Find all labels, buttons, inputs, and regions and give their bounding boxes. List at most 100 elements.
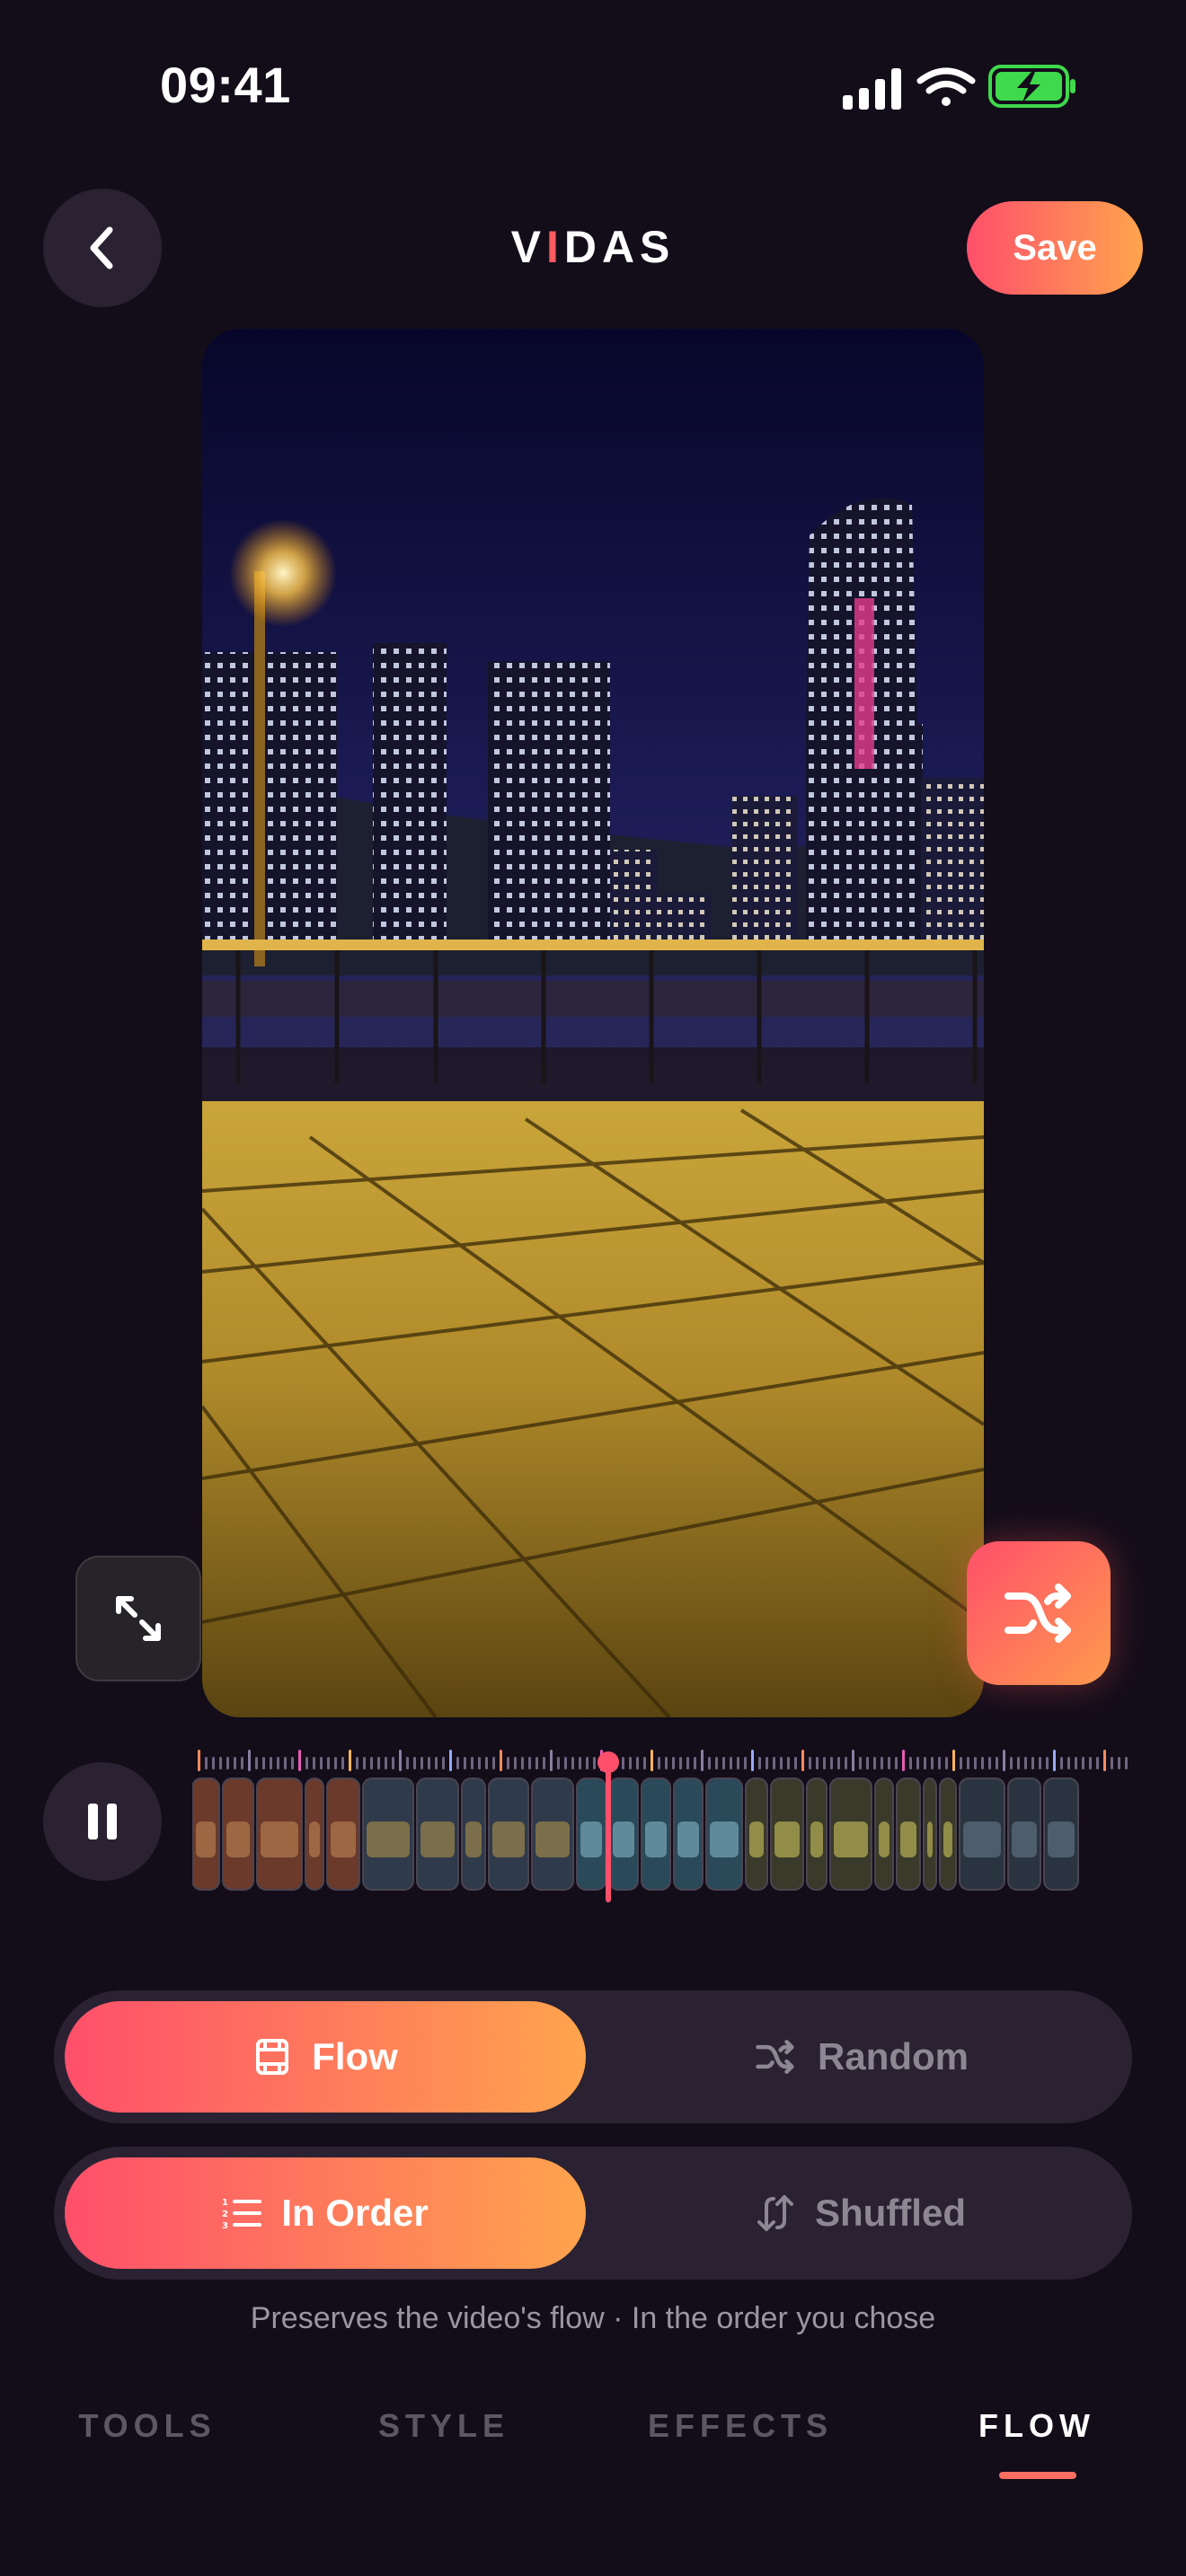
beat-marker <box>737 1757 739 1769</box>
beat-marker <box>428 1757 430 1769</box>
timeline-clip <box>256 1778 303 1891</box>
flow-option[interactable]: Flow <box>65 2001 586 2113</box>
beat-marker <box>996 1757 998 1769</box>
status-time: 09:41 <box>160 57 291 113</box>
beat-marker <box>1125 1757 1128 1769</box>
beat-marker <box>341 1757 344 1769</box>
beat-marker <box>349 1750 351 1771</box>
battery-charging-icon <box>988 65 1075 108</box>
beat-marker <box>1075 1757 1077 1769</box>
beat-marker <box>212 1757 215 1769</box>
beat-marker <box>816 1757 819 1769</box>
beat-marker <box>248 1750 251 1771</box>
beat-marker <box>931 1757 934 1769</box>
beat-marker <box>385 1757 387 1769</box>
beat-marker <box>586 1757 589 1769</box>
beat-marker <box>435 1757 438 1769</box>
beat-marker <box>571 1757 574 1769</box>
beat-marker <box>773 1757 775 1769</box>
beat-marker <box>622 1757 624 1769</box>
beat-marker <box>1082 1757 1084 1769</box>
tab-effects[interactable]: EFFECTS <box>606 2407 875 2445</box>
timeline-filmstrip[interactable] <box>192 1777 1134 1893</box>
timeline-clip <box>192 1778 220 1891</box>
beat-marker <box>852 1750 854 1771</box>
active-tab-indicator <box>999 2472 1076 2479</box>
beat-marker <box>198 1750 200 1771</box>
beat-marker <box>722 1757 725 1769</box>
beat-marker <box>1103 1750 1106 1771</box>
numbered-list-icon: 1 2 3 <box>222 2198 262 2231</box>
in-order-option[interactable]: 1 2 3 In Order <box>65 2157 586 2269</box>
beat-marker <box>1067 1757 1070 1769</box>
timeline-clip <box>362 1778 414 1891</box>
beat-marker <box>643 1757 646 1769</box>
tab-tools[interactable]: TOOLS <box>13 2407 282 2445</box>
cellular-signal-icon <box>843 68 901 110</box>
beat-marker <box>514 1757 517 1769</box>
timeline-clip <box>923 1778 937 1891</box>
beat-marker <box>485 1757 488 1769</box>
timeline-clip <box>959 1778 1005 1891</box>
beat-marker <box>859 1757 862 1769</box>
beat-marker <box>1017 1757 1020 1769</box>
chevron-left-icon <box>90 226 113 269</box>
shuffle-button[interactable] <box>967 1541 1111 1685</box>
beat-marker <box>478 1757 481 1769</box>
beat-marker <box>277 1757 279 1769</box>
timeline-clip <box>416 1778 459 1891</box>
beat-marker <box>449 1750 452 1771</box>
beat-marker <box>715 1757 718 1769</box>
tab-style[interactable]: STYLE <box>309 2407 579 2445</box>
beat-marker <box>974 1757 977 1769</box>
beat-marker <box>960 1757 962 1769</box>
beat-marker <box>320 1757 323 1769</box>
beat-marker <box>356 1757 358 1769</box>
beat-marker <box>543 1757 545 1769</box>
save-button[interactable]: Save <box>967 201 1143 295</box>
beat-marker <box>535 1757 538 1769</box>
beat-marker <box>226 1757 229 1769</box>
order-mode-selector: 1 2 3 In Order Shuffled <box>54 2147 1132 2280</box>
beat-marker <box>837 1757 840 1769</box>
beat-marker <box>1024 1757 1027 1769</box>
beat-marker <box>313 1757 315 1769</box>
timeline-clip <box>896 1778 921 1891</box>
beat-marker <box>629 1757 632 1769</box>
back-button[interactable] <box>43 189 162 307</box>
beat-marker <box>794 1757 797 1769</box>
beat-marker <box>708 1757 711 1769</box>
pause-button[interactable] <box>43 1762 162 1881</box>
beat-marker <box>363 1757 366 1769</box>
beat-marker <box>507 1757 509 1769</box>
beat-marker <box>981 1757 984 1769</box>
video-preview[interactable] <box>202 329 984 1717</box>
beat-marker <box>334 1757 337 1769</box>
tab-flow[interactable]: FLOW <box>902 2407 1172 2445</box>
beat-marker <box>651 1750 653 1771</box>
beat-marker <box>1039 1757 1041 1769</box>
beat-marker <box>298 1750 301 1771</box>
timeline-clip <box>608 1778 639 1891</box>
beat-marker <box>866 1757 869 1769</box>
beat-marker <box>780 1757 783 1769</box>
timeline-clip <box>488 1778 529 1891</box>
beat-marker <box>823 1757 826 1769</box>
shuffled-option[interactable]: Shuffled <box>600 2157 1121 2269</box>
beat-marker <box>255 1757 258 1769</box>
svg-text:1: 1 <box>222 2198 228 2208</box>
beat-marker <box>1010 1757 1013 1769</box>
beat-marker <box>881 1757 883 1769</box>
beat-marker <box>701 1750 704 1771</box>
timeline-clip <box>673 1778 704 1891</box>
beat-marker <box>205 1757 208 1769</box>
fullscreen-button[interactable] <box>75 1556 201 1681</box>
beat-marker <box>500 1750 502 1771</box>
beat-marker <box>758 1757 761 1769</box>
random-option[interactable]: Random <box>600 2001 1121 2113</box>
timeline-playhead[interactable] <box>606 1757 611 1902</box>
beat-marker <box>1111 1757 1113 1769</box>
beat-marker <box>766 1757 768 1769</box>
playhead-handle[interactable] <box>597 1751 619 1773</box>
beat-marker <box>845 1757 847 1769</box>
